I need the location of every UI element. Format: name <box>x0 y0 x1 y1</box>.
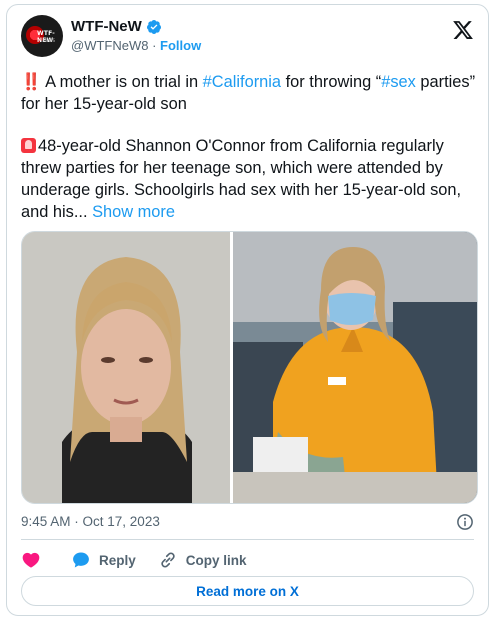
tweet-body: 48-year-old Shannon O'Connor from Califo… <box>21 135 476 223</box>
handle-separator: · <box>148 38 161 53</box>
timestamp-row: 9:45 AM · Oct 17, 2023 <box>21 513 474 533</box>
tweet-text: ‼️ A mother is on trial in #California f… <box>21 71 476 223</box>
read-more-button[interactable]: Read more on X <box>21 576 474 606</box>
display-name[interactable]: WTF-NeW <box>71 18 142 35</box>
courtroom-photo[interactable] <box>233 232 477 503</box>
handle[interactable]: @WTFNeW8 <box>71 38 148 53</box>
show-more-link[interactable]: Show more <box>88 203 175 221</box>
headline-part-1: A mother is on trial in <box>41 73 203 91</box>
reply-label: Reply <box>99 552 136 568</box>
copy-link-label: Copy link <box>185 552 247 568</box>
siren-icon <box>21 138 36 153</box>
reply-button[interactable]: Reply <box>71 550 136 570</box>
mugshot-photo[interactable] <box>22 232 230 503</box>
like-button[interactable] <box>21 550 49 570</box>
hashtag-sex[interactable]: #sex <box>381 73 416 91</box>
avatar[interactable]: WTF-NEW NEWS <box>21 15 63 57</box>
courtroom-illustration <box>233 232 477 503</box>
tweet-timestamp[interactable]: 9:45 AM · Oct 17, 2023 <box>21 514 160 529</box>
verified-badge-icon <box>146 19 161 34</box>
link-icon <box>161 552 175 568</box>
headline-part-2: for throwing “ <box>281 73 382 91</box>
double-exclamation-icon: ‼️ <box>21 73 42 91</box>
tweet-media[interactable] <box>21 231 478 504</box>
name-row: WTF-NeW <box>71 18 162 35</box>
avatar-logo-subtext: NEWS <box>43 38 56 43</box>
handle-row: @WTFNeW8 · Follow <box>71 38 201 53</box>
tweet-header: WTF-NEW NEWS WTF-NeW @WTFNeW8 · Follow <box>21 15 474 59</box>
hashtag-california[interactable]: #California <box>203 73 281 91</box>
tweet-card: WTF-NEW NEWS WTF-NeW @WTFNeW8 · Follow ‼… <box>6 4 489 616</box>
divider <box>21 539 474 540</box>
action-bar: Reply Copy link <box>21 548 269 572</box>
x-logo-icon[interactable] <box>452 19 474 41</box>
info-icon[interactable] <box>456 513 474 531</box>
reply-bubble-icon <box>73 552 89 568</box>
tweet-headline: ‼️ A mother is on trial in #California f… <box>21 71 476 115</box>
copy-link-button[interactable]: Copy link <box>158 550 247 570</box>
follow-button[interactable]: Follow <box>160 38 201 53</box>
mugshot-illustration <box>22 232 230 503</box>
heart-icon <box>22 552 40 568</box>
